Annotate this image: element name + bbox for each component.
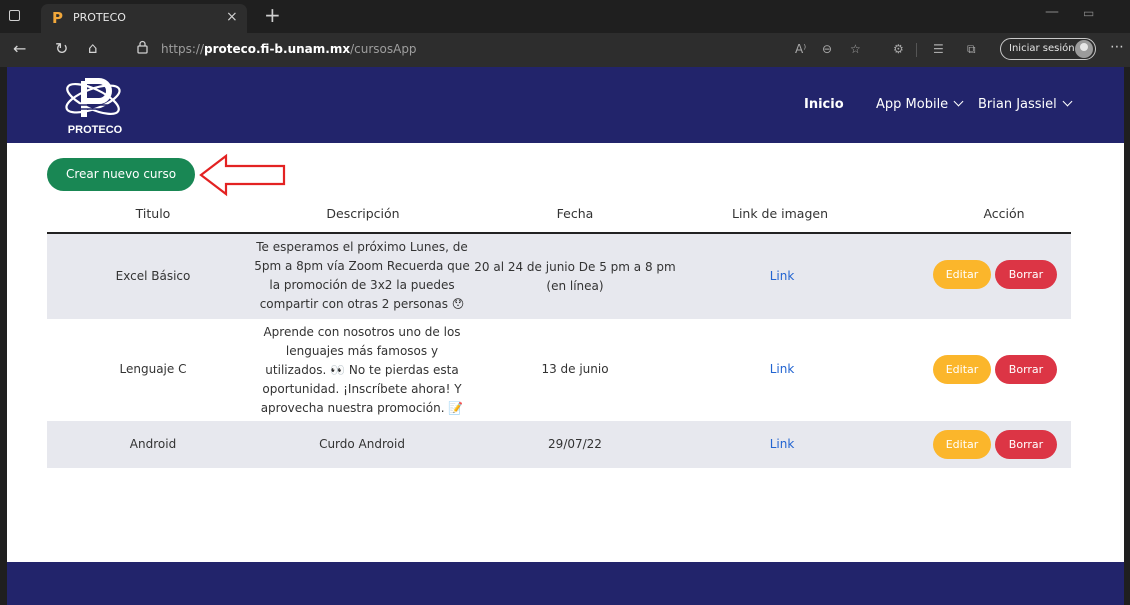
edit-button[interactable]: Editar	[933, 260, 991, 289]
delete-button[interactable]: Borrar	[995, 430, 1057, 459]
cell-fecha: 29/07/22	[469, 435, 681, 454]
description-line: lenguajes más famosos y	[285, 344, 439, 358]
table-row: Excel Básico Te esperamos el próximo Lun…	[47, 234, 1071, 319]
url-prefix: https://	[161, 42, 205, 56]
create-course-button[interactable]: Crear nuevo curso	[47, 158, 195, 191]
cell-descripcion: Aprende con nosotros uno de los lenguaje…	[245, 323, 479, 418]
fecha-line: (en línea)	[546, 279, 604, 293]
header-link-imagen: Link de imagen	[731, 206, 829, 221]
fecha-line: 20 al 24 de junio De 5 pm a 8 pm	[474, 260, 676, 274]
image-link[interactable]: Link	[750, 267, 814, 286]
proteco-logo[interactable]: PROTECO	[55, 75, 135, 137]
extensions-icon[interactable]: ⚙	[893, 42, 904, 56]
window-frame-left	[0, 0, 7, 605]
browser-tab-strip: P PROTECO × + — ▭	[0, 0, 1130, 33]
favorites-icon[interactable]: ☰	[933, 42, 944, 56]
home-icon[interactable]: ⌂	[88, 39, 98, 57]
cell-titulo: Android	[129, 437, 177, 451]
header-titulo: Titulo	[135, 206, 171, 221]
profile-avatar-icon	[1075, 40, 1093, 58]
delete-button[interactable]: Borrar	[995, 260, 1057, 289]
description-line: utilizados. 👀 No te pierdas esta	[265, 363, 459, 377]
sign-in-label: Iniciar sesión	[1009, 43, 1075, 54]
browser-tab[interactable]: P PROTECO ×	[41, 4, 247, 33]
cell-descripcion: Te esperamos el próximo Lunes, de 5pm a …	[245, 238, 479, 314]
header-descripcion: Descripción	[326, 206, 400, 221]
tab-title: PROTECO	[73, 11, 126, 24]
tab-close-icon[interactable]: ×	[226, 9, 238, 25]
edit-button[interactable]: Editar	[933, 355, 991, 384]
window-frame-right	[1124, 0, 1130, 605]
description-line: oportunidad. ¡Inscríbete ahora! Y	[262, 382, 462, 396]
nav-user-label: Brian Jassiel	[978, 97, 1057, 112]
minimize-icon[interactable]: —	[1045, 4, 1059, 20]
refresh-icon[interactable]: ↻	[55, 39, 68, 58]
nav-app-mobile-dropdown[interactable]: App Mobile	[876, 96, 964, 112]
back-icon[interactable]: ←	[13, 39, 26, 58]
header-accion: Acción	[983, 206, 1025, 221]
image-link[interactable]: Link	[750, 360, 814, 379]
table-row: Android Curdo Android 29/07/22 Link Edit…	[47, 421, 1071, 468]
zoom-icon[interactable]: ⊖	[822, 42, 832, 56]
restore-icon[interactable]: ▭	[1083, 6, 1094, 20]
nav-app-mobile-label: App Mobile	[876, 97, 949, 112]
lock-icon[interactable]	[137, 40, 148, 54]
cell-descripcion: Curdo Android	[245, 435, 479, 454]
url-domain: proteco.fi-b.unam.mx	[204, 42, 351, 56]
description-line: Aprende con nosotros uno de los	[263, 325, 461, 339]
read-aloud-icon[interactable]: A⁾	[795, 42, 806, 56]
red-arrow-annotation	[199, 153, 286, 197]
address-bar-url[interactable]: https://proteco.fi-b.unam.mx/cursosApp	[161, 42, 417, 56]
description-line: compartir con otras 2 personas 😯	[259, 297, 465, 311]
site-navbar: PROTECO Inicio App Mobile Brian Jassiel	[7, 67, 1124, 143]
description-line: 5pm a 8pm vía Zoom Recuerda que	[254, 259, 470, 273]
collections-icon[interactable]: ⧉	[967, 42, 976, 57]
edit-button[interactable]: Editar	[933, 430, 991, 459]
image-link[interactable]: Link	[750, 435, 814, 454]
proteco-favicon-icon: P	[52, 9, 63, 27]
description-line: aprovecha nuestra promoción. 📝	[260, 401, 464, 415]
sign-in-button[interactable]: Iniciar sesión	[1000, 38, 1096, 60]
description-line: la promoción de 3x2 la puedes	[269, 278, 455, 292]
chevron-down-icon	[953, 96, 964, 107]
nav-user-dropdown[interactable]: Brian Jassiel	[978, 96, 1073, 112]
new-tab-icon[interactable]: +	[264, 3, 281, 27]
favorite-add-icon[interactable]: ☆	[850, 42, 861, 56]
description-line: Curdo Android	[319, 437, 405, 451]
table-row: Lenguaje C Aprende con nosotros uno de l…	[47, 319, 1071, 421]
browser-toolbar: ← ↻ ⌂ https://proteco.fi-b.unam.mx/curso…	[0, 33, 1130, 67]
toolbar-separator	[916, 43, 917, 57]
cell-fecha: 13 de junio	[469, 360, 681, 379]
fecha-line: 13 de junio	[541, 362, 609, 376]
cell-fecha: 20 al 24 de junio De 5 pm a 8 pm (en lín…	[469, 258, 681, 296]
chevron-down-icon	[1062, 96, 1073, 107]
tab-actions-icon[interactable]	[9, 10, 20, 21]
url-path: /cursosApp	[350, 42, 417, 56]
more-menu-icon[interactable]: ⋯	[1110, 39, 1124, 55]
delete-button[interactable]: Borrar	[995, 355, 1057, 384]
fecha-line: 29/07/22	[548, 437, 602, 451]
nav-inicio-link[interactable]: Inicio	[804, 97, 844, 112]
logo-text: PROTECO	[68, 124, 123, 136]
cell-titulo: Excel Básico	[115, 269, 191, 283]
site-footer	[7, 562, 1124, 605]
header-fecha: Fecha	[556, 206, 594, 221]
description-line: Te esperamos el próximo Lunes, de	[256, 240, 468, 254]
cell-titulo: Lenguaje C	[119, 362, 187, 376]
